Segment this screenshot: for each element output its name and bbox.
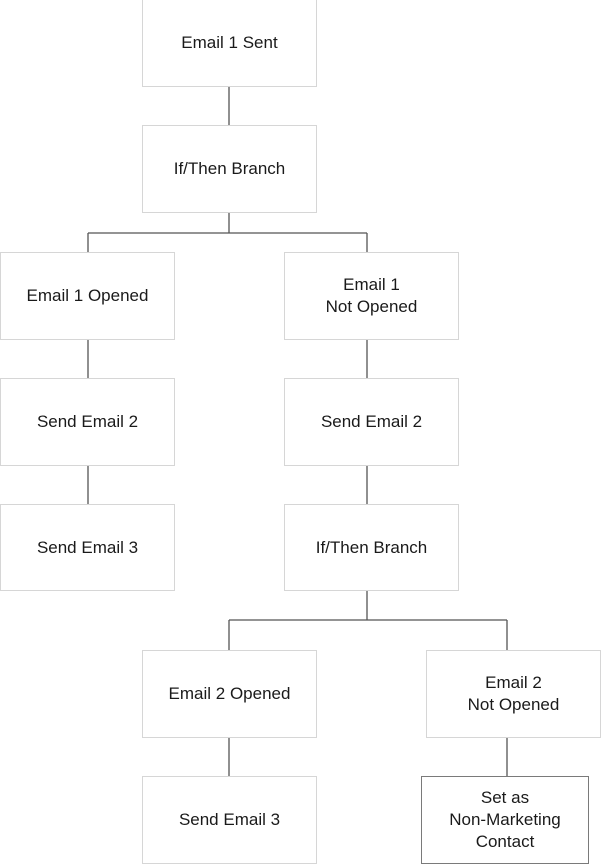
node-email2-not-opened: Email 2 Not Opened [426, 650, 601, 738]
node-label: If/Then Branch [315, 537, 428, 557]
node-label: Send Email 3 [36, 537, 139, 557]
node-label: Send Email 2 [36, 412, 139, 431]
node-label: If/Then Branch [173, 159, 286, 178]
node-set-non-marketing: Set as Non-Marketing Contact [421, 776, 589, 864]
node-left-send-email3: Send Email 3 [0, 504, 175, 591]
node-branch-2: If/Then Branch [284, 504, 459, 591]
node-label: Email 2 Not Opened [467, 673, 560, 714]
node-right-send-email2: Send Email 2 [284, 378, 459, 466]
node-email1-opened: Email 1 Opened [0, 252, 175, 340]
node-left-send-email2: Send Email 2 [0, 378, 175, 466]
node-branch-1: If/Then Branch [142, 125, 317, 213]
node-final-send-email3: Send Email 3 [142, 776, 317, 864]
node-label: Email 1 Sent [181, 33, 278, 52]
node-label: Send Email 3 [178, 810, 281, 829]
node-label: Email 1 Opened [26, 286, 149, 305]
node-label: Email 2 Opened [168, 684, 291, 703]
node-email2-opened: Email 2 Opened [142, 650, 317, 738]
node-email1-not-opened: Email 1 Not Opened [284, 252, 459, 340]
node-label: Send Email 2 [320, 412, 423, 431]
node-email1-sent: Email 1 Sent [142, 0, 317, 87]
node-label: Email 1 Not Opened [325, 275, 418, 316]
node-label: Set as Non-Marketing Contact [449, 788, 561, 851]
